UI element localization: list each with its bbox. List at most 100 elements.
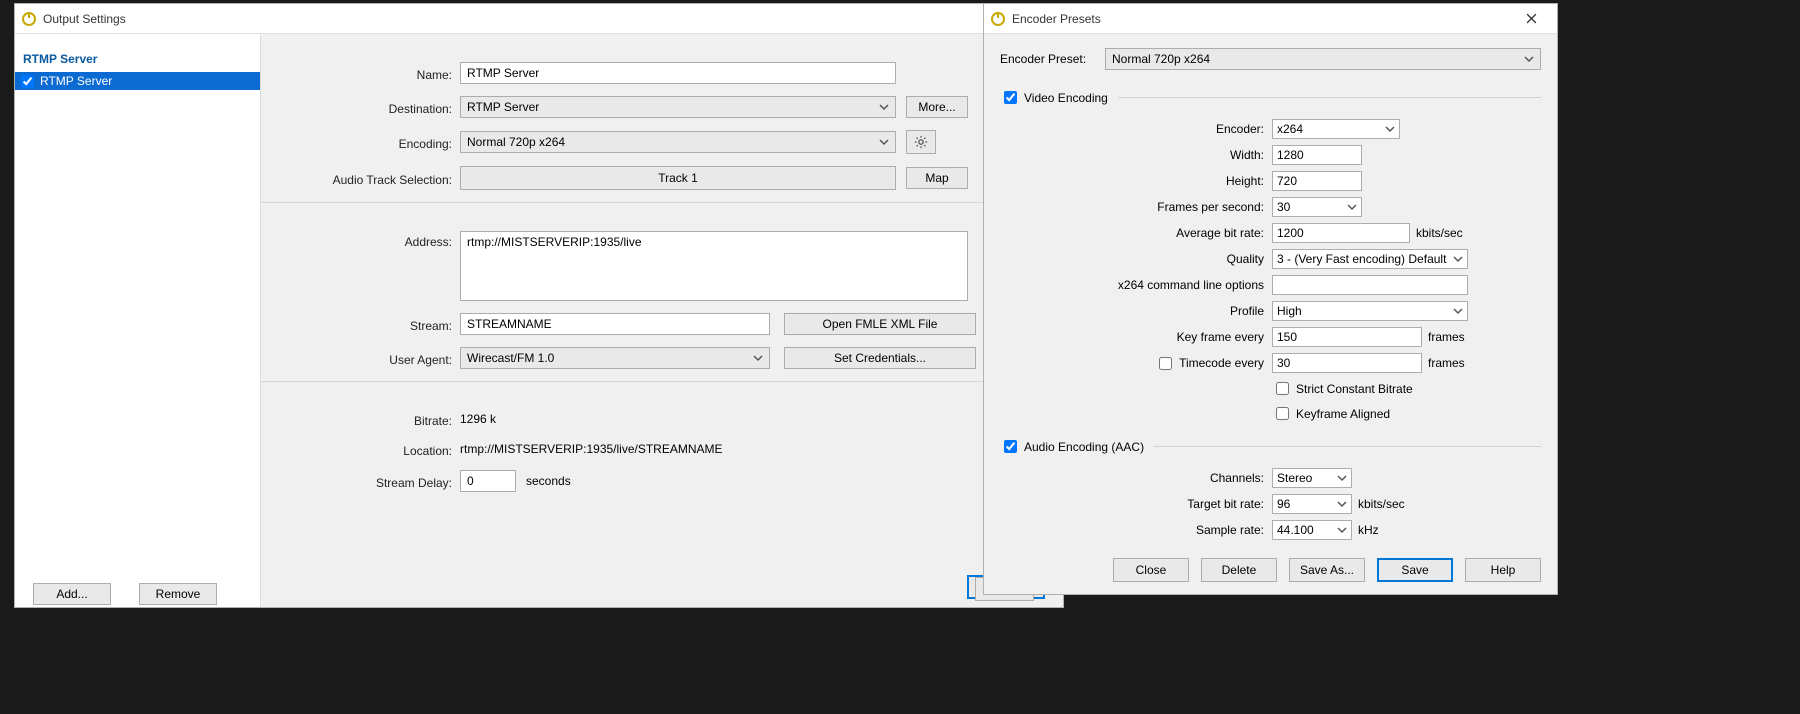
name-input[interactable]	[460, 62, 896, 84]
fps-select[interactable]: 30	[1272, 197, 1362, 217]
location-label: Location:	[275, 440, 460, 458]
bitrate-value: 1296 k	[460, 412, 496, 426]
close-button[interactable]: Close	[1113, 558, 1189, 582]
output-settings-window: Output Settings RTMP Server RTMP Server …	[14, 3, 1064, 608]
help-button[interactable]: Help	[1465, 558, 1541, 582]
chevron-down-icon	[1453, 254, 1463, 264]
keyframe-input[interactable]	[1272, 327, 1422, 347]
chevron-down-icon	[1337, 525, 1347, 535]
bitrate-label: Bitrate:	[275, 410, 460, 428]
encoding-value: Normal 720p x264	[467, 135, 565, 149]
destination-select[interactable]: RTMP Server	[460, 96, 896, 118]
profile-label: Profile	[1000, 304, 1272, 318]
width-input[interactable]	[1272, 145, 1362, 165]
timecode-input[interactable]	[1272, 353, 1422, 373]
stream-input[interactable]	[460, 313, 770, 335]
channels-label: Channels:	[1000, 471, 1272, 485]
cmdline-label: x264 command line options	[1000, 278, 1272, 292]
audio-encoding-label: Audio Encoding (AAC)	[1024, 440, 1144, 454]
app-icon	[990, 11, 1006, 27]
width-label: Width:	[1000, 148, 1272, 162]
keyframe-unit: frames	[1428, 330, 1465, 344]
abr-input[interactable]	[1272, 223, 1410, 243]
chevron-down-icon	[753, 353, 763, 363]
outputs-list: RTMP Server	[15, 70, 260, 577]
save-as-button[interactable]: Save As...	[1289, 558, 1365, 582]
chevron-down-icon	[1337, 499, 1347, 509]
encoder-preset-value: Normal 720p x264	[1112, 52, 1210, 66]
chevron-down-icon	[1347, 202, 1357, 212]
stream-label: Stream:	[275, 315, 460, 333]
output-right-pane: Name: Destination: RTMP Server More... E…	[261, 34, 1063, 607]
channels-select[interactable]: Stereo	[1272, 468, 1352, 488]
sample-rate-select[interactable]: 44.100	[1272, 520, 1352, 540]
encoder-window-title: Encoder Presets	[1012, 12, 1101, 26]
chevron-down-icon	[879, 102, 889, 112]
keyframe-aligned-checkbox[interactable]	[1276, 407, 1289, 420]
open-fmle-button[interactable]: Open FMLE XML File	[784, 313, 976, 335]
cmdline-input[interactable]	[1272, 275, 1468, 295]
channels-value: Stereo	[1277, 471, 1312, 485]
map-button[interactable]: Map	[906, 167, 968, 189]
output-list-item[interactable]: RTMP Server	[15, 72, 260, 90]
address-label: Address:	[275, 231, 460, 249]
output-left-pane: RTMP Server RTMP Server Add... Remove	[15, 34, 261, 607]
chevron-down-icon	[1385, 124, 1395, 134]
output-window-title: Output Settings	[43, 12, 126, 26]
stream-delay-label: Stream Delay:	[275, 472, 460, 490]
encoding-label: Encoding:	[275, 133, 460, 151]
profile-value: High	[1277, 304, 1302, 318]
video-encoding-label: Video Encoding	[1024, 91, 1108, 105]
encoding-gear-button[interactable]	[906, 130, 936, 154]
destination-value: RTMP Server	[467, 100, 539, 114]
target-br-label: Target bit rate:	[1000, 497, 1272, 511]
destination-label: Destination:	[275, 98, 460, 116]
sample-rate-label: Sample rate:	[1000, 523, 1272, 537]
outputs-heading: RTMP Server	[15, 34, 260, 70]
audio-encoding-checkbox[interactable]	[1004, 440, 1017, 453]
encoder-value: x264	[1277, 122, 1303, 136]
timecode-checkbox[interactable]	[1159, 357, 1172, 370]
strict-cbr-checkbox[interactable]	[1276, 382, 1289, 395]
name-label: Name:	[275, 64, 460, 82]
abr-label: Average bit rate:	[1000, 226, 1272, 240]
keyframe-aligned-label: Keyframe Aligned	[1296, 407, 1390, 421]
output-item-checkbox[interactable]	[21, 75, 34, 88]
strict-cbr-label: Strict Constant Bitrate	[1296, 382, 1413, 396]
target-br-value: 96	[1277, 497, 1290, 511]
encoder-presets-window: Encoder Presets Encoder Preset: Normal 7…	[983, 3, 1558, 595]
video-encoding-checkbox[interactable]	[1004, 91, 1017, 104]
address-input[interactable]: rtmp://MISTSERVERIP:1935/live	[460, 231, 968, 301]
audio-track-label: Audio Track Selection:	[275, 169, 460, 187]
timecode-label: Timecode every	[1179, 356, 1264, 370]
remove-output-button[interactable]: Remove	[139, 583, 217, 605]
target-br-select[interactable]: 96	[1272, 494, 1352, 514]
set-credentials-button[interactable]: Set Credentials...	[784, 347, 976, 369]
save-button[interactable]: Save	[1377, 558, 1453, 582]
encoder-select[interactable]: x264	[1272, 119, 1400, 139]
sample-rate-unit: kHz	[1358, 523, 1379, 537]
location-value: rtmp://MISTSERVERIP:1935/live/STREAMNAME	[460, 442, 723, 456]
quality-select[interactable]: 3 - (Very Fast encoding) Default	[1272, 249, 1468, 269]
encoder-preset-select[interactable]: Normal 720p x264	[1105, 48, 1541, 70]
encoding-select[interactable]: Normal 720p x264	[460, 131, 896, 153]
keyframe-label: Key frame every	[1000, 330, 1272, 344]
chevron-down-icon	[1337, 473, 1347, 483]
delete-button[interactable]: Delete	[1201, 558, 1277, 582]
profile-select[interactable]: High	[1272, 301, 1468, 321]
encoder-preset-label: Encoder Preset:	[1000, 52, 1095, 66]
output-item-label: RTMP Server	[40, 74, 112, 88]
quality-label: Quality	[1000, 252, 1272, 266]
stream-delay-input[interactable]	[460, 470, 516, 492]
close-window-button[interactable]	[1511, 5, 1551, 33]
add-output-button[interactable]: Add...	[33, 583, 111, 605]
abr-unit: kbits/sec	[1416, 226, 1463, 240]
height-label: Height:	[1000, 174, 1272, 188]
stream-delay-unit: seconds	[526, 474, 571, 488]
more-button[interactable]: More...	[906, 96, 968, 118]
user-agent-select[interactable]: Wirecast/FM 1.0	[460, 347, 770, 369]
encoder-label: Encoder:	[1000, 122, 1272, 136]
audio-track-button[interactable]: Track 1	[460, 166, 896, 190]
close-icon	[1526, 13, 1537, 24]
height-input[interactable]	[1272, 171, 1362, 191]
